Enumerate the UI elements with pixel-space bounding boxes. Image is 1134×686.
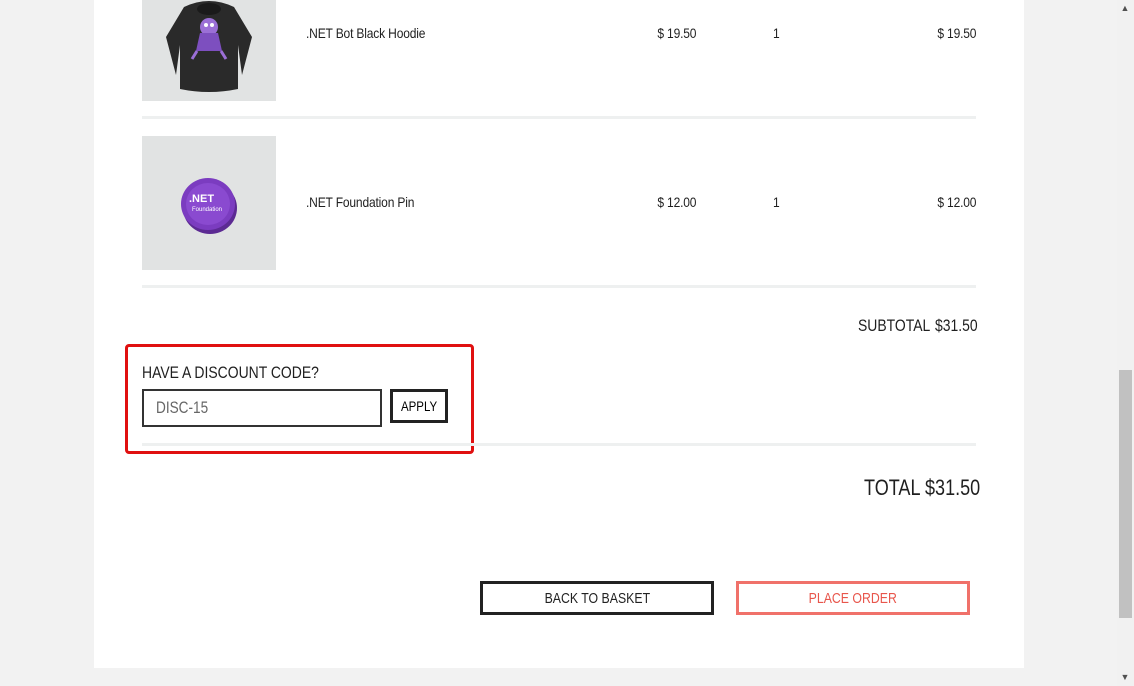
pin-foundation-text: Foundation xyxy=(192,207,223,213)
place-order-button[interactable]: PLACE ORDER xyxy=(736,581,970,615)
total-label: TOTAL xyxy=(864,475,921,500)
summary-divider xyxy=(142,443,976,446)
scrollbar-thumb[interactable] xyxy=(1119,370,1132,618)
place-label: PLACE ORDER xyxy=(808,589,898,607)
hoodie-image xyxy=(142,0,276,101)
item-name: .NET Bot Black Hoodie xyxy=(306,25,426,41)
item-quantity: 1 xyxy=(773,194,780,210)
discount-code-input[interactable] xyxy=(142,389,382,427)
pin-image: .NET Foundation xyxy=(142,136,276,270)
subtotal-label: SUBTOTAL xyxy=(858,316,931,335)
subtotal-value: $31.50 xyxy=(935,316,978,335)
row-divider xyxy=(142,285,976,288)
basket-item-row: .NET Bot Black Hoodie $ 19.50 1 $ 19.50 xyxy=(142,0,976,101)
discount-title: HAVE A DISCOUNT CODE? xyxy=(142,363,319,382)
item-price: $ 19.50 xyxy=(657,25,696,41)
item-quantity: 1 xyxy=(773,25,780,41)
row-divider xyxy=(142,116,976,119)
item-price: $ 12.00 xyxy=(657,194,696,210)
basket-item-row: .NET Foundation .NET Foundation Pin $ 12… xyxy=(142,136,976,270)
item-total: $ 19.50 xyxy=(937,25,976,41)
pin-net-text: .NET xyxy=(189,193,215,205)
apply-label: APPLY xyxy=(400,398,438,414)
scroll-down-icon[interactable]: ▼ xyxy=(1120,672,1130,682)
total-value: $31.50 xyxy=(925,475,981,500)
back-label: BACK TO BASKET xyxy=(544,589,650,607)
scroll-up-icon[interactable]: ▲ xyxy=(1120,3,1130,13)
item-name: .NET Foundation Pin xyxy=(306,194,415,210)
item-total: $ 12.00 xyxy=(937,194,976,210)
apply-discount-button[interactable]: APPLY xyxy=(390,389,448,423)
back-to-basket-button[interactable]: BACK TO BASKET xyxy=(480,581,714,615)
